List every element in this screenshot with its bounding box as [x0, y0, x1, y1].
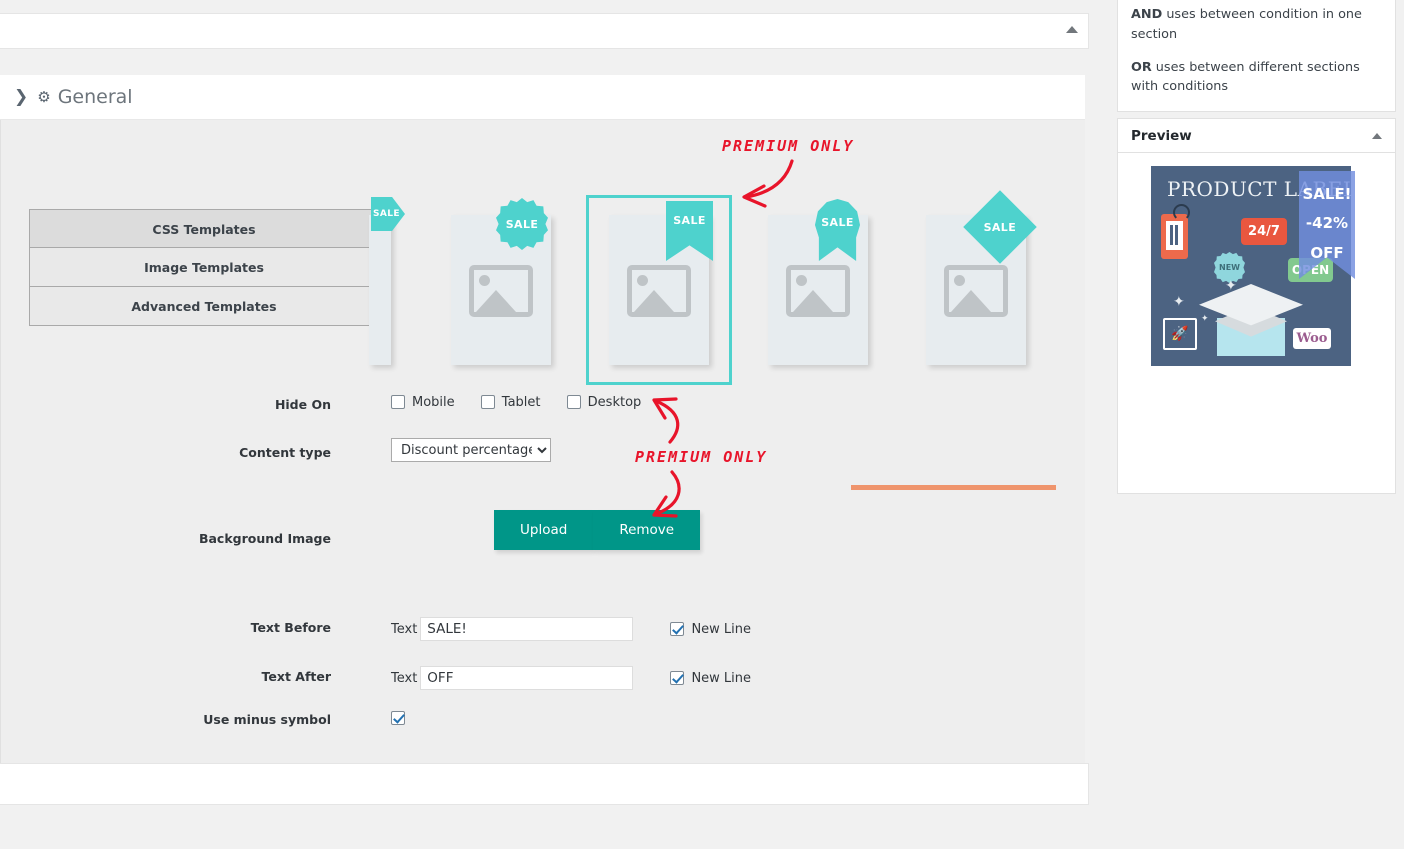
open-box-illustration: [1199, 284, 1303, 356]
caret-up-icon[interactable]: [1066, 26, 1078, 33]
checkbox-hide-desktop[interactable]: [567, 395, 581, 409]
badge-bubble-icon: SALE: [813, 199, 862, 261]
tab-image-templates[interactable]: Image Templates: [29, 248, 379, 287]
label-content-type: Content type: [1, 445, 331, 460]
image-placeholder-icon: [786, 265, 850, 317]
preview-panel-header[interactable]: Preview: [1118, 119, 1395, 153]
checkbox-text-after-newline[interactable]: [670, 671, 684, 685]
help-or-text: uses between different sections with con…: [1131, 60, 1360, 95]
checkbox-hide-mobile[interactable]: [391, 395, 405, 409]
remove-button[interactable]: Remove: [593, 510, 700, 550]
sparkle-icon: ✦: [1173, 294, 1185, 310]
badge-woo: Woo: [1293, 328, 1331, 349]
label-text-after-field: Text: [391, 671, 417, 686]
bottom-panel: [0, 763, 1089, 805]
text-after-control: Text New Line: [391, 666, 773, 690]
ribbon-line-1: SALE!: [1299, 180, 1355, 209]
ribbon-line-2: -42%: [1299, 209, 1355, 238]
settings-body: CSS Templates Image Templates Advanced T…: [0, 120, 1085, 763]
badge-starburst-icon: SALE: [496, 198, 548, 250]
content-type-control: Discount percentage: [391, 438, 551, 462]
template-card-starburst[interactable]: SALE: [451, 215, 551, 365]
template-carousel: SALE SALE SALE SALE SALE: [381, 170, 1081, 470]
label-text-after-newline: New Line: [691, 671, 751, 686]
badge-diamond-icon: SALE: [963, 190, 1037, 264]
chevron-right-icon[interactable]: ❯: [14, 89, 28, 106]
label-text-before-newline: New Line: [691, 622, 751, 637]
badge-ribbon-icon: SALE: [666, 201, 713, 261]
tab-css-templates[interactable]: CSS Templates: [29, 209, 379, 248]
text-after-input[interactable]: [420, 666, 633, 690]
top-panel: [0, 13, 1089, 49]
image-placeholder-icon: [627, 265, 691, 317]
rocket-icon: 🚀: [1163, 318, 1197, 350]
badge-247: 24/7: [1241, 218, 1287, 245]
template-type-tabs: CSS Templates Image Templates Advanced T…: [29, 209, 379, 326]
preview-title: Preview: [1131, 128, 1192, 144]
caret-up-icon[interactable]: [1372, 133, 1382, 139]
help-and-text: uses between condition in one section: [1131, 7, 1362, 42]
help-line-and: AND uses between condition in one sectio…: [1131, 5, 1382, 45]
template-card-diamond[interactable]: SALE: [926, 215, 1026, 365]
tab-advanced-templates[interactable]: Advanced Templates: [29, 287, 379, 326]
box-lid: [1199, 284, 1303, 330]
template-card-bubble[interactable]: SALE: [768, 215, 868, 365]
help-and-keyword: AND: [1131, 7, 1162, 22]
label-use-minus-symbol: Use minus symbol: [1, 712, 331, 727]
label-tablet: Tablet: [502, 395, 541, 410]
general-section-header[interactable]: ❯ ⚙ General: [0, 75, 1085, 120]
hide-on-checkbox-group: Mobile Tablet Desktop: [391, 395, 663, 410]
carousel-active-underline: [851, 485, 1056, 490]
help-or-keyword: OR: [1131, 60, 1152, 75]
label-mobile: Mobile: [412, 395, 455, 410]
page-title: General: [58, 86, 133, 108]
background-image-buttons: UploadRemove: [494, 510, 700, 550]
content-type-select[interactable]: Discount percentage: [391, 438, 551, 462]
text-before-input[interactable]: [420, 617, 633, 641]
checkbox-text-before-newline[interactable]: [670, 622, 684, 636]
template-card-ribbon[interactable]: SALE: [609, 215, 709, 365]
label-hide-on: Hide On: [1, 397, 331, 412]
text-before-control: Text New Line: [391, 617, 773, 641]
image-placeholder-icon: [944, 265, 1008, 317]
main-settings-column: ❯ ⚙ General CSS Templates Image Template…: [0, 0, 1097, 806]
label-text-before-field: Text: [391, 622, 417, 637]
template-card-partial[interactable]: SALE: [369, 215, 391, 365]
gear-icon: ⚙: [37, 90, 50, 105]
badge-arrow-icon: SALE: [371, 197, 405, 231]
preview-image-wrapper: PRODUCT LABEL 24/7 NEW OPEN ✦ ✦ ✦ 🚀 Woo …: [1151, 166, 1351, 366]
price-tag-hook-icon: [1173, 204, 1190, 221]
upload-button[interactable]: Upload: [494, 510, 593, 550]
checkbox-use-minus-symbol[interactable]: [391, 711, 405, 725]
preview-panel: Preview PRODUCT LABEL 24/7 NEW OPEN ✦ ✦ …: [1117, 118, 1396, 494]
use-minus-symbol-control: [391, 711, 405, 726]
price-tag-icon: [1161, 214, 1188, 259]
checkbox-hide-tablet[interactable]: [481, 395, 495, 409]
label-desktop: Desktop: [588, 395, 642, 410]
image-placeholder-icon: [469, 265, 533, 317]
help-line-or: OR uses between different sections with …: [1131, 58, 1382, 98]
label-text-before: Text Before: [1, 620, 331, 635]
label-text-after: Text After: [1, 669, 331, 684]
conditions-help-box: AND uses between condition in one sectio…: [1117, 0, 1396, 112]
label-background-image: Background Image: [1, 531, 331, 546]
